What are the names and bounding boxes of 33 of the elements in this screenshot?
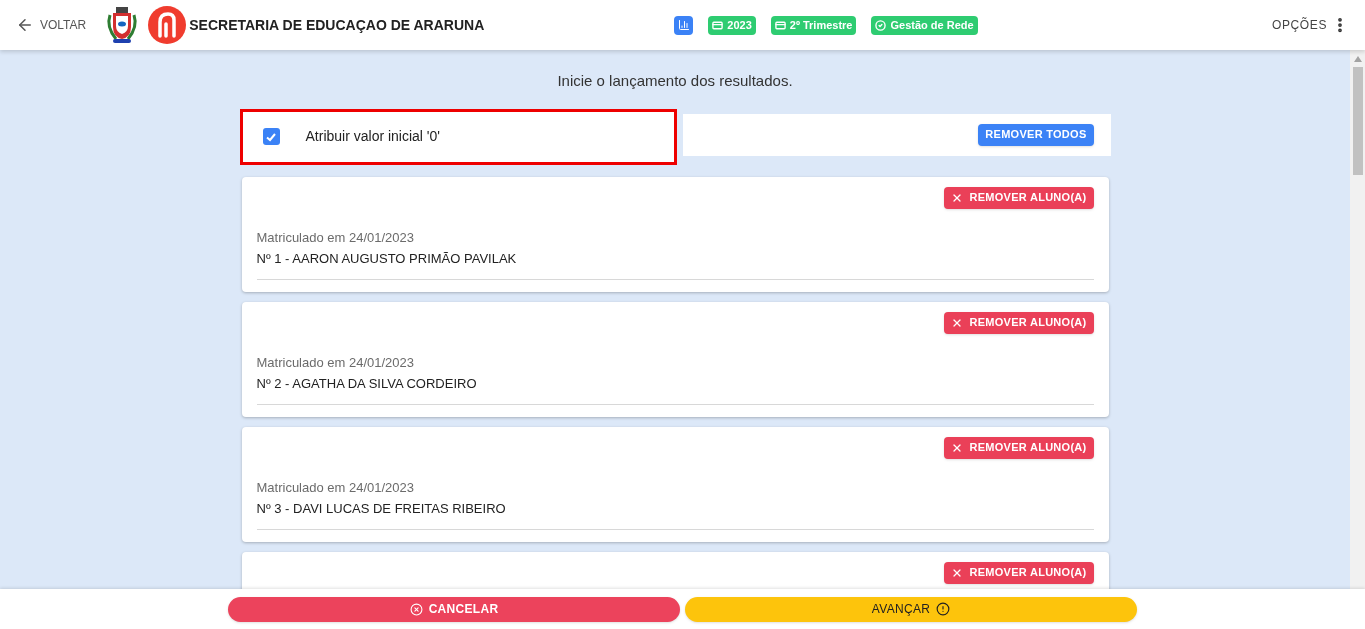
cancel-button[interactable]: CANCELAR xyxy=(228,596,680,622)
filter-chip[interactable]: Gestão de Rede xyxy=(871,15,978,35)
options-button[interactable]: OPÇÕES xyxy=(1272,16,1327,34)
enrollment-date: Matriculado em 24/01/2023 xyxy=(256,353,416,372)
student-name: Nº 3 - DAVI LUCAS DE FREITAS RIBEIRO xyxy=(256,500,507,518)
next-button[interactable]: AVANÇAR xyxy=(685,596,1137,622)
student-name: Nº 1 - AARON AUGUSTO PRIMÃO PAVILAK xyxy=(256,250,518,268)
circle-letter-logo xyxy=(148,6,187,44)
card-icon xyxy=(712,19,724,31)
student-name: Nº 2 - AGATHA DA SILVA CORDEIRO xyxy=(256,375,478,393)
checkbox[interactable] xyxy=(262,128,280,145)
enrollment-date: Matriculado em 24/01/2023 xyxy=(256,228,416,247)
scrollbar[interactable] xyxy=(1350,50,1365,589)
app-title: SECRETARIA DE EDUCAÇAO DE ARARUNA xyxy=(189,15,485,35)
scroll-up-icon[interactable] xyxy=(1353,56,1362,62)
back-button[interactable]: VOLTAR xyxy=(16,16,87,34)
intro-text: Inicie o lançamento dos resultados. xyxy=(557,71,793,91)
check-circle-icon xyxy=(875,19,887,31)
remove-student-button[interactable]: REMOVER ALUNO(A) xyxy=(944,436,1094,459)
card-icon xyxy=(774,19,786,31)
checkbox-label: Atribuir valor inicial '0' xyxy=(305,127,440,146)
scrollbar-thumb[interactable] xyxy=(1352,67,1363,175)
chart-badge[interactable] xyxy=(674,15,694,35)
enrollment-date: Matriculado em 24/01/2023 xyxy=(256,478,416,497)
alert-circle-icon xyxy=(936,602,951,616)
remove-all-button[interactable]: REMOVER TODOS xyxy=(978,123,1094,146)
bar-chart-icon xyxy=(677,19,690,31)
filter-chip[interactable]: 2023 xyxy=(708,15,756,35)
filter-chip[interactable]: 2º Trimestre xyxy=(770,15,857,35)
remove-student-button[interactable]: REMOVER ALUNO(A) xyxy=(944,561,1094,584)
close-circle-icon xyxy=(409,602,423,616)
remove-student-button[interactable]: REMOVER ALUNO(A) xyxy=(944,311,1094,334)
remove-student-button[interactable]: REMOVER ALUNO(A) xyxy=(944,186,1094,209)
